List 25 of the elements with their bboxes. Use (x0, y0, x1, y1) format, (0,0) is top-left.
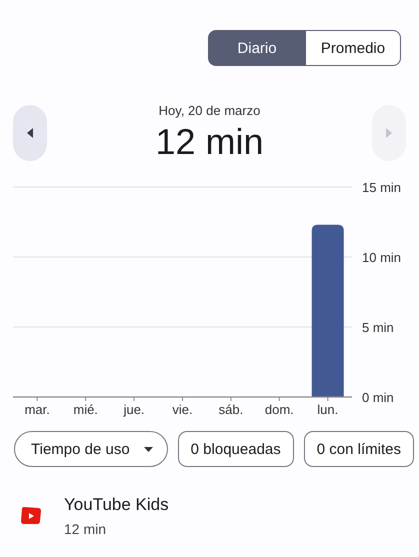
left-arrow-icon (27, 128, 33, 138)
axis-tick-label: 10 min (362, 250, 402, 265)
axis-category-label: mié. (73, 402, 98, 417)
filter-chip[interactable]: 0 bloqueadas (178, 431, 294, 467)
previous-day-button[interactable] (13, 105, 47, 161)
total-time: 12 min (155, 121, 264, 163)
axis-category-label: lun. (317, 402, 338, 417)
view-tab[interactable]: Diario (208, 30, 305, 66)
filter-chip[interactable]: 0 con límites (304, 431, 414, 467)
axis-category-label: mar. (24, 402, 50, 417)
axis-category-label: dom. (264, 402, 294, 417)
app-usage-time: 12 min (64, 521, 108, 537)
usage-dropdown[interactable]: Tiempo de uso (14, 431, 168, 467)
date-label: Hoy, 20 de marzo (158, 103, 260, 118)
dropdown-caret-icon (144, 446, 153, 452)
axis-category-label: sáb. (218, 402, 244, 417)
video-app-icon (20, 506, 42, 526)
axis-tick-label: 15 min (362, 180, 402, 195)
right-arrow-icon (386, 128, 392, 138)
axis-tick-label: 5 min (362, 320, 394, 335)
axis-tick-label: 0 min (362, 390, 394, 405)
axis-category-label: vie. (172, 402, 193, 417)
view-tab[interactable]: Promedio (305, 30, 401, 66)
axis-category-label: jue. (124, 402, 145, 417)
app-name: YouTube Kids (64, 495, 169, 515)
